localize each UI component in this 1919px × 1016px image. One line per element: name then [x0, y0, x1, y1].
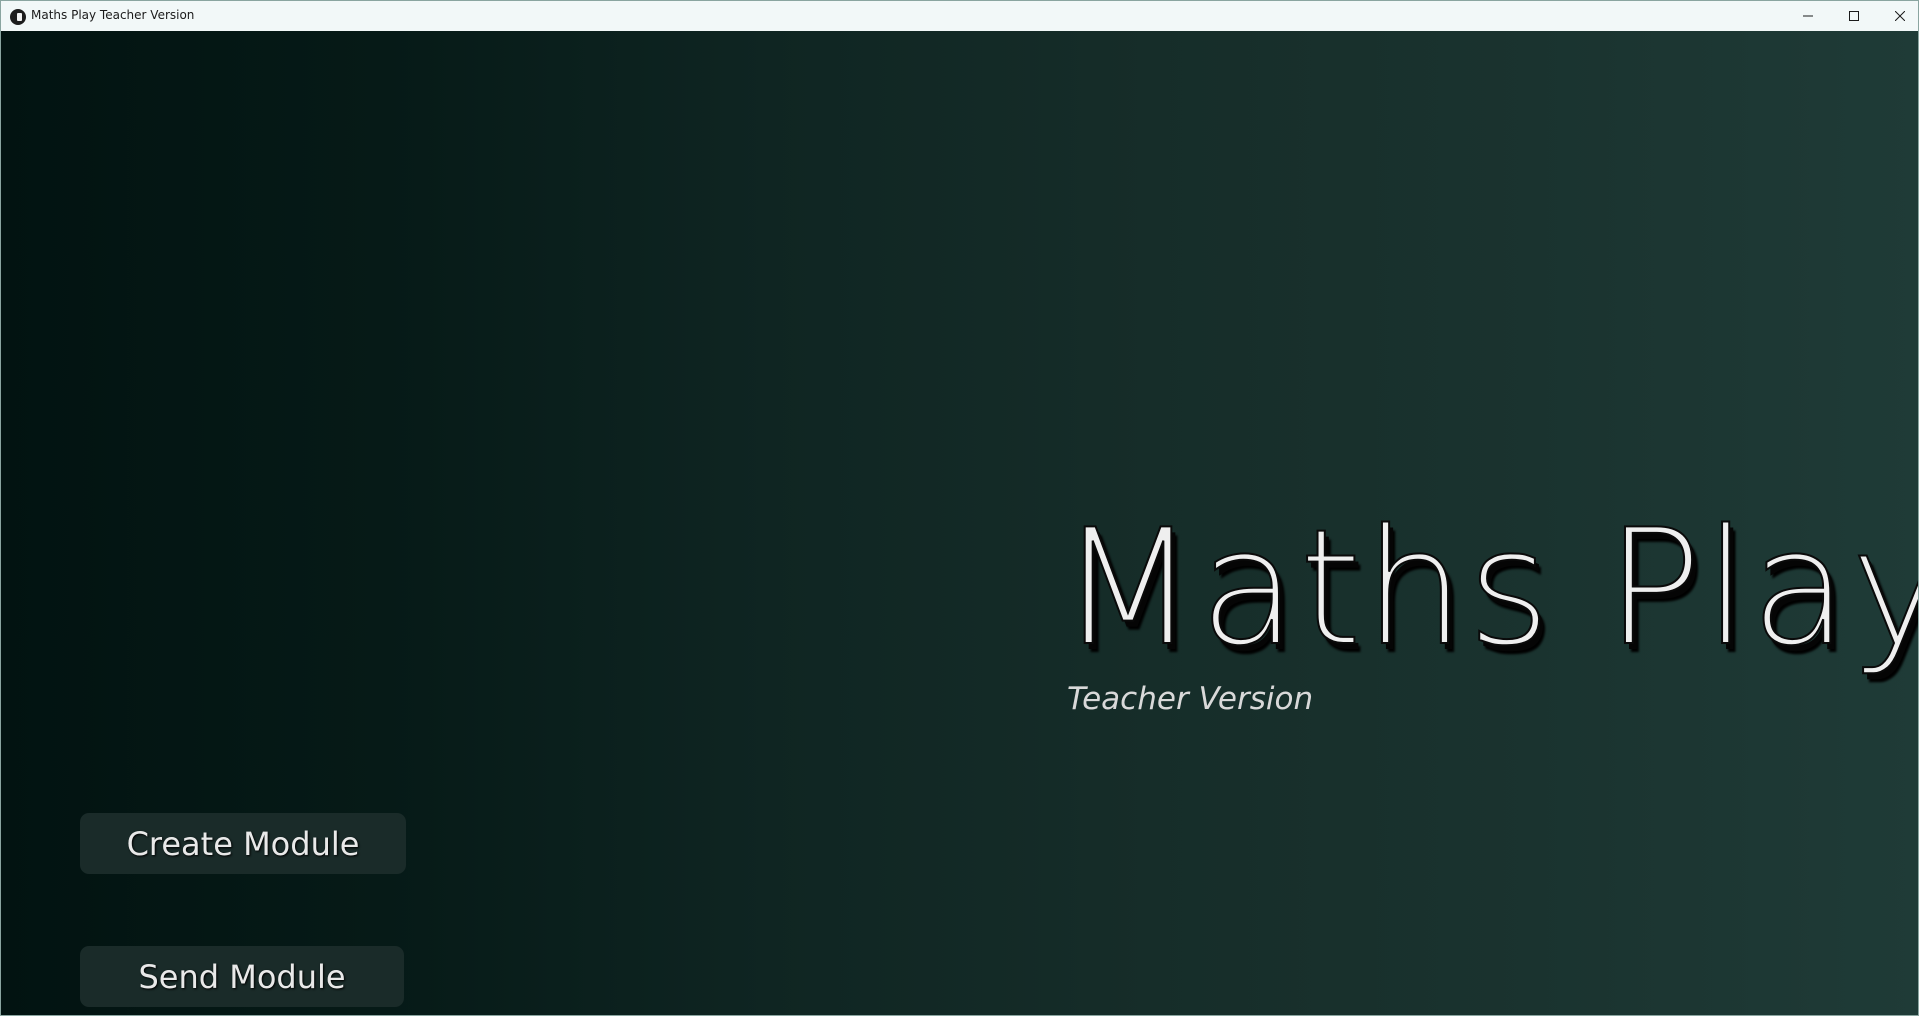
app-title: Maths Play	[1058, 494, 1919, 681]
title-bar[interactable]: Maths Play Teacher Version	[1, 1, 1918, 31]
app-subtitle: Teacher Version	[1067, 681, 1314, 717]
send-module-button[interactable]: Send Module	[80, 946, 404, 1007]
close-button[interactable]	[1877, 1, 1918, 31]
close-icon	[1895, 11, 1905, 21]
window-title: Maths Play Teacher Version	[31, 8, 195, 22]
maximize-button[interactable]	[1831, 1, 1877, 31]
create-module-button[interactable]: Create Module	[80, 813, 406, 874]
minimize-icon	[1803, 15, 1813, 17]
minimize-button[interactable]	[1785, 1, 1831, 31]
maximize-icon	[1849, 11, 1859, 21]
app-window: Maths Play Teacher Version Maths Play Te…	[0, 0, 1919, 1016]
app-icon	[10, 9, 26, 25]
main-content: Maths Play Teacher Version Create Module…	[1, 31, 1919, 1015]
